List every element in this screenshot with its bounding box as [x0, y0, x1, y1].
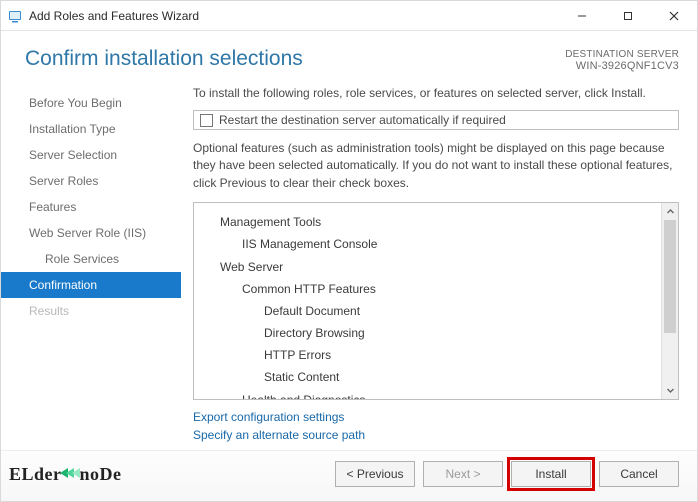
- page-header: Confirm installation selections DESTINAT…: [1, 31, 697, 82]
- maximize-button[interactable]: [605, 1, 651, 31]
- window-controls: [559, 1, 697, 31]
- brand-watermark: ELder noDe: [1, 464, 335, 485]
- body: Before You Begin Installation Type Serve…: [1, 82, 697, 450]
- tree-item: Management Tools: [220, 211, 655, 233]
- tree-item: IIS Management Console: [220, 233, 655, 255]
- destination-label: DESTINATION SERVER: [565, 49, 679, 60]
- tree-item: Health and Diagnostics: [220, 389, 655, 399]
- destination-server-name: WIN-3926QNF1CV3: [565, 60, 679, 72]
- wizard-window: Add Roles and Features Wizard Confirm in…: [0, 0, 698, 502]
- brand-text-pre: ELder: [9, 464, 62, 485]
- main-panel: To install the following roles, role ser…: [181, 82, 697, 450]
- scroll-down-button[interactable]: [662, 382, 678, 399]
- restart-checkbox-row[interactable]: Restart the destination server automatic…: [193, 110, 679, 130]
- restart-checkbox[interactable]: [200, 114, 213, 127]
- tree-item: Static Content: [220, 366, 655, 388]
- install-button[interactable]: Install: [511, 461, 591, 487]
- destination-server: DESTINATION SERVER WIN-3926QNF1CV3: [565, 47, 679, 72]
- step-features[interactable]: Features: [1, 194, 181, 220]
- links: Export configuration settings Specify an…: [193, 400, 679, 450]
- step-web-server-role[interactable]: Web Server Role (IIS): [1, 220, 181, 246]
- footer-buttons: < Previous Next > Install Cancel: [335, 461, 679, 487]
- page-title: Confirm installation selections: [25, 47, 565, 71]
- step-installation-type[interactable]: Installation Type: [1, 116, 181, 142]
- footer: ELder noDe < Previous Next > Install Can…: [1, 450, 697, 501]
- tree-item: Common HTTP Features: [220, 278, 655, 300]
- selections-tree: Management Tools IIS Management Console …: [194, 203, 661, 399]
- scroll-thumb[interactable]: [664, 220, 676, 333]
- cancel-button[interactable]: Cancel: [599, 461, 679, 487]
- brand-text-post: noDe: [80, 464, 122, 485]
- tree-item: Directory Browsing: [220, 322, 655, 344]
- scroll-track[interactable]: [662, 220, 678, 382]
- step-server-roles[interactable]: Server Roles: [1, 168, 181, 194]
- specify-source-link[interactable]: Specify an alternate source path: [193, 426, 679, 444]
- step-results: Results: [1, 298, 181, 324]
- selections-listbox: Management Tools IIS Management Console …: [193, 202, 679, 400]
- step-role-services[interactable]: Role Services: [1, 246, 181, 272]
- next-button: Next >: [423, 461, 503, 487]
- minimize-button[interactable]: [559, 1, 605, 31]
- export-config-link[interactable]: Export configuration settings: [193, 408, 679, 426]
- optional-features-note: Optional features (such as administratio…: [193, 140, 679, 192]
- close-button[interactable]: [651, 1, 697, 31]
- window-title: Add Roles and Features Wizard: [29, 9, 559, 23]
- step-server-selection[interactable]: Server Selection: [1, 142, 181, 168]
- step-confirmation[interactable]: Confirmation: [1, 272, 181, 298]
- brand-arrow-icon: [60, 464, 82, 485]
- vertical-scrollbar[interactable]: [661, 203, 678, 399]
- tree-item: Web Server: [220, 256, 655, 278]
- previous-button[interactable]: < Previous: [335, 461, 415, 487]
- step-before-you-begin[interactable]: Before You Begin: [1, 90, 181, 116]
- restart-checkbox-label: Restart the destination server automatic…: [219, 113, 506, 127]
- scroll-up-button[interactable]: [662, 203, 678, 220]
- app-icon: [7, 8, 23, 24]
- titlebar: Add Roles and Features Wizard: [1, 1, 697, 31]
- tree-item: Default Document: [220, 300, 655, 322]
- wizard-steps-sidebar: Before You Begin Installation Type Serve…: [1, 82, 181, 450]
- tree-item: HTTP Errors: [220, 344, 655, 366]
- intro-text: To install the following roles, role ser…: [193, 86, 679, 100]
